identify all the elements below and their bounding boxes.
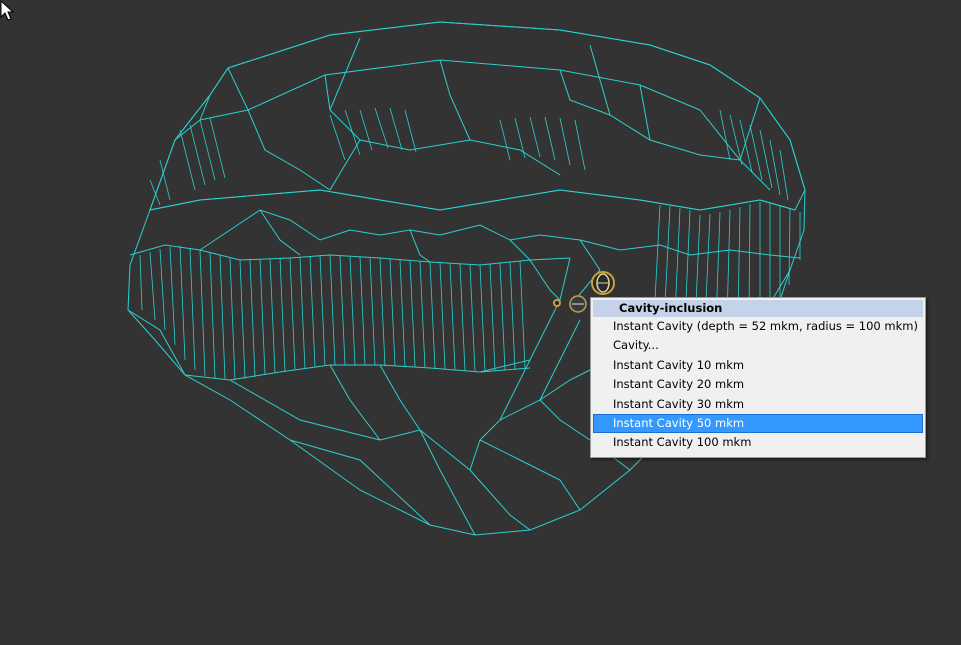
menu-item-instant-cavity-default[interactable]: Instant Cavity (depth = 52 mkm, radius =…	[593, 317, 923, 336]
girdle-facets	[139, 245, 526, 381]
inclusion-marker-icon[interactable]	[590, 268, 616, 298]
menu-item-instant-cavity-10[interactable]: Instant Cavity 10 mkm	[593, 356, 923, 375]
3d-viewport[interactable]: Cavity-inclusion Instant Cavity (depth =…	[0, 0, 961, 645]
cavity-marker-icon[interactable]	[550, 294, 592, 314]
menu-item-instant-cavity-30[interactable]: Instant Cavity 30 mkm	[593, 395, 923, 414]
menu-item-instant-cavity-100[interactable]: Instant Cavity 100 mkm	[593, 433, 923, 452]
menu-header: Cavity-inclusion	[593, 300, 923, 317]
arrow-cursor-icon	[0, 0, 15, 21]
cavity-context-menu[interactable]: Cavity-inclusion Instant Cavity (depth =…	[590, 297, 926, 458]
wireframe-edges	[127, 21, 806, 536]
menu-item-instant-cavity-50[interactable]: Instant Cavity 50 mkm	[593, 413, 923, 434]
menu-item-cavity-dialog[interactable]: Cavity...	[593, 336, 923, 355]
menu-item-instant-cavity-20[interactable]: Instant Cavity 20 mkm	[593, 375, 923, 394]
